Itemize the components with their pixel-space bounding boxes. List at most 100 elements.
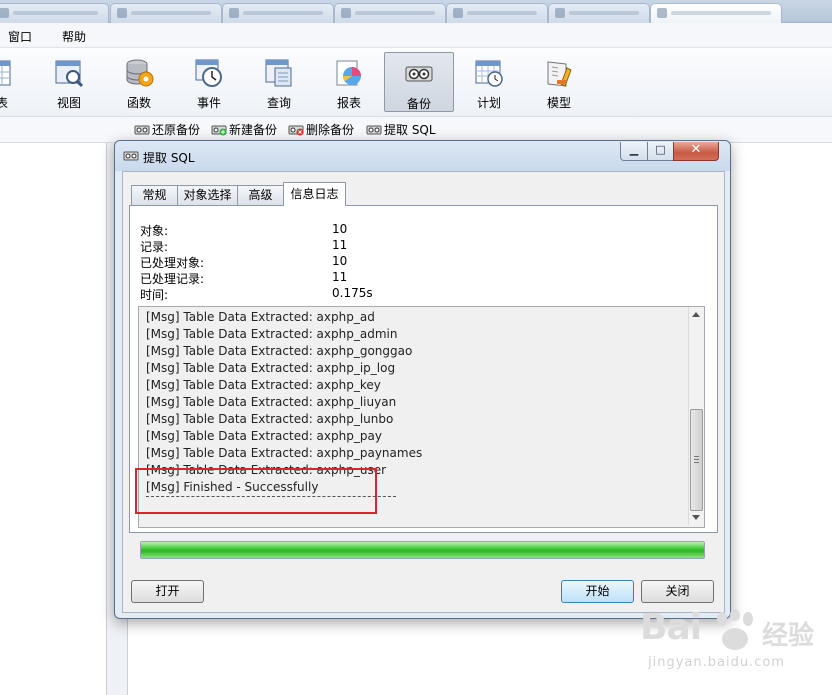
- event-icon: [195, 59, 222, 87]
- paw-icon: [717, 609, 753, 650]
- new-backup-icon: [211, 124, 227, 136]
- delete-backup-button[interactable]: 删除备份: [288, 121, 354, 138]
- backup-icon: [123, 151, 139, 161]
- dialog-title: 提取 SQL: [143, 151, 195, 165]
- progress-bar: [140, 541, 705, 559]
- log-line: [Msg] Table Data Extracted: axphp_liuyan: [146, 395, 397, 409]
- minimize-button[interactable]: ▁: [620, 142, 648, 161]
- toolbar-report-label: 报表: [336, 96, 361, 110]
- restore-icon: [134, 124, 150, 136]
- stat-processed-records-label: 已处理记录:: [140, 272, 205, 286]
- scroll-up-icon[interactable]: [692, 312, 700, 317]
- toolbar-view-button[interactable]: 视图: [35, 52, 103, 110]
- log-scrollbar[interactable]: [688, 307, 704, 525]
- extract-sql-dialog: 提取 SQL ▁ □ ✕ 常规 对象选择 高级 信息日志 对象: 10 记录: …: [114, 140, 731, 619]
- dialog-body: 常规 对象选择 高级 信息日志 对象: 10 记录: 11 已处理对象: 10 …: [122, 171, 725, 613]
- main-toolbar: 表 视图 函数 事件 查询 报表 备份 计划 模型: [0, 48, 832, 117]
- log-line: [Msg] Table Data Extracted: axphp_paynam…: [146, 446, 423, 460]
- table-icon: [0, 60, 11, 86]
- stat-processed-records-value: 11: [332, 270, 348, 284]
- toolbar-model-label: 模型: [546, 96, 571, 110]
- stat-time-value: 0.175s: [332, 286, 373, 300]
- new-backup-label: 新建备份: [229, 123, 278, 137]
- toolbar-backup-button[interactable]: 备份: [384, 52, 454, 112]
- restore-backup-button[interactable]: 还原备份: [134, 121, 200, 138]
- object-list-pane[interactable]: [0, 143, 107, 695]
- extract-sql-icon: [366, 124, 382, 136]
- log-line: [Msg] Table Data Extracted: axphp_pay: [146, 429, 382, 443]
- toolbar-query-button[interactable]: 查询: [245, 52, 313, 110]
- maximize-icon: □: [655, 143, 666, 156]
- scroll-down-icon[interactable]: [692, 515, 700, 520]
- close-window-button[interactable]: ✕: [673, 142, 719, 161]
- baidu-jingyan-watermark: Bai 经验 jingyan.baidu.com: [640, 605, 825, 693]
- toolbar-function-label: 函数: [126, 96, 151, 110]
- toolbar-schedule-label: 计划: [476, 96, 501, 110]
- browser-tab-strip: [0, 0, 832, 23]
- toolbar-schedule-button[interactable]: 计划: [455, 52, 523, 110]
- scroll-thumb[interactable]: [690, 409, 703, 511]
- browser-tab[interactable]: [222, 3, 334, 23]
- browser-tab[interactable]: [110, 3, 222, 23]
- model-icon: [547, 61, 572, 87]
- log-line: [Msg] Table Data Extracted: axphp_key: [146, 378, 381, 392]
- toolbar-model-button[interactable]: 模型: [525, 52, 593, 110]
- start-button[interactable]: 开始: [561, 580, 634, 603]
- stat-objects-value: 10: [332, 222, 348, 236]
- stat-records-label: 记录:: [140, 240, 169, 254]
- browser-tab-active[interactable]: [650, 3, 782, 23]
- stat-records-value: 11: [332, 238, 348, 252]
- log-line: [Msg] Table Data Extracted: axphp_lunbo: [146, 412, 394, 426]
- stat-processed-objects-label: 已处理对象:: [140, 256, 205, 270]
- tab-object-selection[interactable]: 对象选择: [177, 185, 238, 205]
- toolbar-query-label: 查询: [266, 96, 291, 110]
- toolbar-event-label: 事件: [196, 96, 221, 110]
- open-button[interactable]: 打开: [131, 580, 204, 603]
- progress-fill: [141, 542, 704, 558]
- toolbar-backup-label: 备份: [406, 97, 431, 111]
- delete-backup-label: 删除备份: [306, 123, 355, 137]
- restore-backup-label: 还原备份: [152, 123, 201, 137]
- browser-tab[interactable]: [446, 3, 548, 23]
- new-backup-button[interactable]: 新建备份: [211, 121, 277, 138]
- stat-objects-label: 对象:: [140, 224, 169, 238]
- toolbar-event-button[interactable]: 事件: [175, 52, 243, 110]
- toolbar-report-button[interactable]: 报表: [315, 52, 383, 110]
- watermark-logo: Bai: [640, 607, 702, 648]
- highlight-annotation: [135, 468, 377, 514]
- schedule-icon: [475, 60, 503, 87]
- tab-general[interactable]: 常规: [131, 185, 178, 205]
- watermark-text: 经验: [762, 621, 815, 651]
- dialog-title-bar[interactable]: 提取 SQL ▁ □ ✕: [115, 141, 730, 171]
- toolbar-view-label: 视图: [56, 96, 81, 110]
- query-icon: [265, 59, 292, 87]
- log-line: [Msg] Table Data Extracted: axphp_ip_log: [146, 361, 396, 375]
- close-button[interactable]: 关闭: [641, 580, 714, 603]
- log-line: [Msg] Table Data Extracted: axphp_gongga…: [146, 344, 413, 358]
- minimize-icon: ▁: [629, 143, 639, 156]
- tab-message-log[interactable]: 信息日志: [283, 182, 346, 206]
- toolbar-table-label: 表: [0, 96, 9, 110]
- toolbar-function-button[interactable]: 函数: [105, 52, 173, 110]
- close-icon: ✕: [690, 142, 702, 157]
- extract-sql-button[interactable]: 提取 SQL: [366, 121, 436, 138]
- log-line: [Msg] Table Data Extracted: axphp_admin: [146, 327, 398, 341]
- log-line: [Msg] Table Data Extracted: axphp_ad: [146, 310, 375, 324]
- view-icon: [55, 60, 84, 88]
- stat-processed-objects-value: 10: [332, 254, 348, 268]
- stat-time-label: 时间:: [140, 288, 169, 302]
- browser-tab[interactable]: [334, 3, 446, 23]
- extract-sql-label: 提取 SQL: [384, 123, 436, 137]
- function-icon: [126, 59, 154, 87]
- toolbar-table-button[interactable]: 表: [0, 52, 32, 110]
- tab-advanced[interactable]: 高级: [237, 185, 284, 205]
- browser-tab[interactable]: [548, 3, 650, 23]
- maximize-button[interactable]: □: [647, 142, 674, 161]
- browser-tab[interactable]: [0, 3, 109, 23]
- backup-icon: [405, 66, 433, 82]
- menu-window[interactable]: 窗口: [8, 28, 32, 45]
- report-icon: [336, 60, 361, 86]
- delete-backup-icon: [288, 124, 304, 136]
- menu-help[interactable]: 帮助: [62, 28, 86, 45]
- watermark-url: jingyan.baidu.com: [648, 655, 785, 670]
